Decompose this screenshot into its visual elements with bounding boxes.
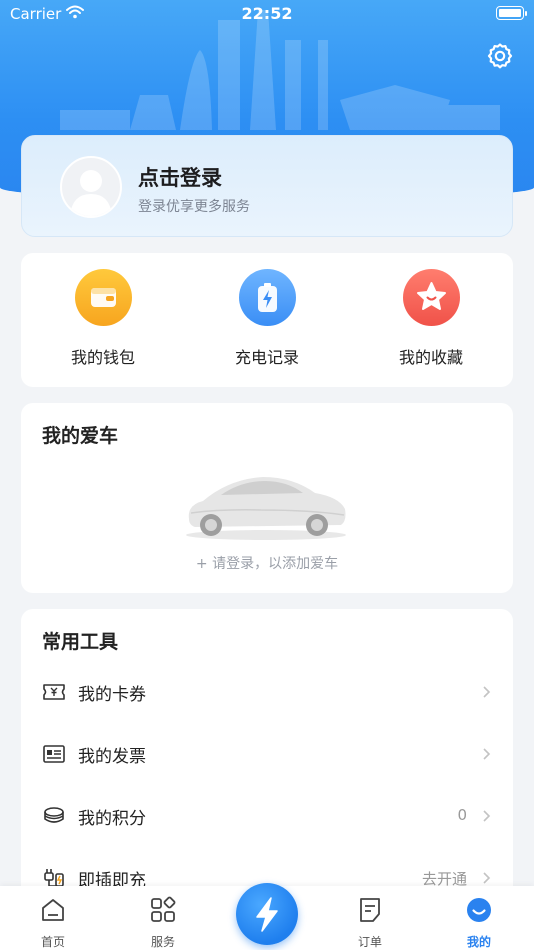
charging-records-label: 充电记录 [234, 348, 299, 367]
tab-services-label: 服务 [150, 935, 175, 949]
my-car-title: 我的爱车 [42, 425, 119, 447]
avatar[interactable] [60, 156, 122, 218]
tab-home[interactable]: 首页 [0, 886, 106, 950]
my-car-card: 我的爱车 + 请登录，以添加爱车 [21, 403, 513, 593]
star-icon [402, 269, 460, 326]
points-icon [44, 807, 64, 823]
tab-profile-label: 我的 [466, 935, 491, 949]
charging-records-button[interactable]: 充电记录 [185, 269, 349, 368]
default-avatar-icon [70, 170, 112, 216]
favorites-button[interactable]: 我的收藏 [349, 269, 513, 368]
tab-home-label: 首页 [40, 935, 65, 949]
clock: 22:52 [241, 4, 293, 23]
add-car-link[interactable]: + 请登录，以添加爱车 [21, 553, 513, 573]
invoice-icon [43, 745, 65, 763]
wallet-button[interactable]: 我的钱包 [21, 269, 185, 368]
chevron-right-icon [483, 748, 491, 760]
login-subtitle: 登录优享更多服务 [138, 199, 250, 215]
car-placeholder-image [186, 477, 346, 540]
points-label: 我的积分 [78, 809, 146, 829]
chevron-right-icon [483, 686, 491, 698]
charge-button[interactable] [236, 883, 298, 945]
chevron-right-icon [483, 872, 491, 884]
coupons-label: 我的卡券 [78, 685, 146, 705]
invoices-label: 我的发票 [78, 747, 146, 767]
profile-icon [467, 898, 491, 922]
points-row[interactable]: 我的积分 0 [21, 785, 513, 847]
quick-actions-card: 我的钱包 充电记录 我的收藏 [21, 253, 513, 387]
order-icon [360, 898, 380, 922]
wallet-icon [74, 269, 132, 326]
battery-icon [496, 6, 527, 20]
login-title[interactable]: 点击登录 [138, 162, 222, 192]
login-card[interactable]: 点击登录 登录优享更多服务 [21, 135, 513, 237]
tools-title: 常用工具 [42, 631, 119, 653]
tab-services[interactable]: 服务 [110, 886, 216, 950]
battery-charge-icon [238, 269, 296, 326]
services-icon [151, 896, 176, 922]
home-icon [42, 899, 64, 921]
points-value: 0 [457, 806, 467, 824]
invoices-row[interactable]: 我的发票 [21, 723, 513, 785]
coupons-row[interactable]: 我的卡券 [21, 661, 513, 723]
status-bar: Carrier 22:52 [0, 0, 534, 28]
tab-orders-label: 订单 [357, 935, 382, 949]
tools-card: 常用工具 我的卡券 我的发票 我的积分 0 即插即充 去开通 [21, 609, 513, 909]
tab-orders[interactable]: 订单 [317, 886, 423, 950]
tab-bar: 首页 服务 订单 我的 [0, 883, 534, 950]
coupon-icon [43, 684, 65, 700]
tab-profile[interactable]: 我的 [426, 886, 532, 950]
favorites-label: 我的收藏 [398, 348, 463, 367]
wallet-label: 我的钱包 [70, 348, 135, 367]
settings-gear-icon[interactable] [486, 42, 514, 70]
lightning-icon [256, 897, 278, 932]
chevron-right-icon [483, 810, 491, 822]
